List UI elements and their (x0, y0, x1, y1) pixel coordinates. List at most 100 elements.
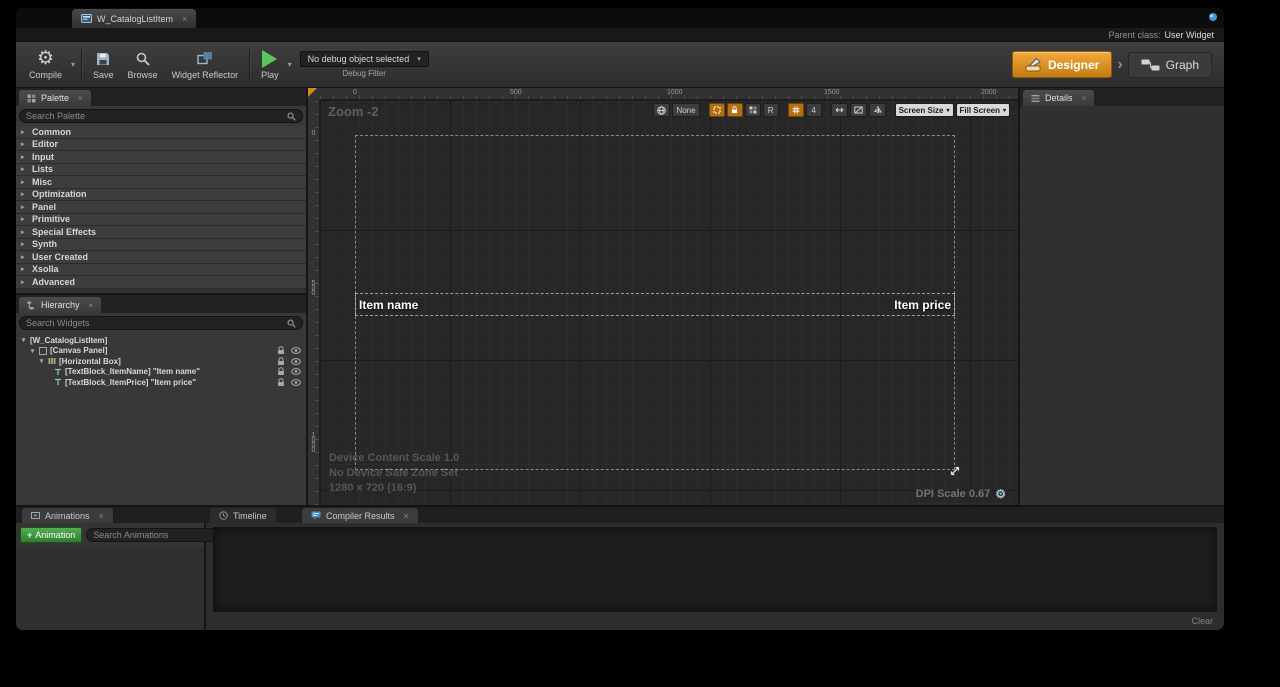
tree-row-horizontal-box[interactable]: ▾ [Horizontal Box] (16, 356, 306, 367)
outline-toggle-button[interactable] (709, 103, 725, 117)
animations-search-input[interactable] (93, 530, 210, 540)
hierarchy-close-icon[interactable]: × (89, 301, 94, 310)
compile-gear-icon: ⚙ (37, 49, 54, 69)
animations-list[interactable] (16, 547, 204, 630)
localization-preview-button[interactable] (653, 103, 670, 117)
palette-category-optimization[interactable]: ▸Optimization (16, 189, 306, 202)
item-name-textblock[interactable]: Item name (359, 298, 418, 312)
grid-toggle-button[interactable] (745, 103, 761, 117)
compiler-results-close-icon[interactable]: × (404, 511, 409, 521)
snap-size-button[interactable]: 4 (806, 103, 822, 117)
category-label: Advanced (32, 277, 75, 287)
browse-label: Browse (128, 70, 158, 80)
tree-row-textblock-itemname[interactable]: [TextBlock_ItemName] "Item name" (16, 367, 306, 378)
tab-timeline[interactable]: Timeline (210, 508, 276, 523)
expander-icon[interactable]: ▾ (20, 336, 27, 344)
palette-category-primitive[interactable]: ▸Primitive (16, 214, 306, 227)
play-button[interactable]: Play (254, 44, 286, 85)
compile-options-caret-icon[interactable]: ▾ (69, 60, 77, 69)
palette-category-special-effects[interactable]: ▸Special Effects (16, 226, 306, 239)
horizontal-box-outline[interactable]: Item name Item price (355, 293, 955, 316)
item-price-textblock[interactable]: Item price (894, 298, 951, 312)
add-animation-button[interactable]: + Animation (20, 527, 82, 543)
palette-category-advanced[interactable]: ▸Advanced (16, 276, 306, 289)
expander-icon[interactable]: ▾ (29, 347, 36, 355)
respect-locks-button[interactable]: R (763, 103, 779, 117)
tab-compiler-results[interactable]: Compiler Results × (302, 508, 418, 523)
palette-close-icon[interactable]: × (78, 94, 83, 103)
category-label: Lists (32, 164, 53, 174)
visibility-eye-icon[interactable] (291, 358, 301, 365)
lock-icon[interactable] (277, 378, 285, 387)
graph-mode-button[interactable]: Graph (1128, 52, 1212, 78)
palette-category-panel[interactable]: ▸Panel (16, 201, 306, 214)
lock-icon[interactable] (277, 357, 285, 366)
designer-label: Designer (1048, 58, 1099, 72)
tree-row-canvas-panel[interactable]: ▾ [Canvas Panel] (16, 346, 306, 357)
debug-object-dropdown[interactable]: No debug object selected ▾ (300, 51, 429, 67)
dpi-settings-gear-icon[interactable]: ⚙ (995, 484, 1006, 504)
timeline-icon (219, 511, 228, 520)
lock-icon[interactable] (277, 367, 285, 376)
play-options-caret-icon[interactable]: ▾ (286, 60, 294, 69)
flip-preview-button[interactable] (869, 103, 886, 117)
animations-close-icon[interactable]: × (99, 511, 104, 521)
window-corner-icon[interactable] (1208, 12, 1218, 22)
palette-category-synth[interactable]: ▸Synth (16, 239, 306, 252)
snap-grid-toggle-button[interactable] (788, 103, 804, 117)
tree-row-root[interactable]: ▾ [W_CatalogListItem] (16, 335, 306, 346)
palette-category-misc[interactable]: ▸Misc (16, 176, 306, 189)
browse-button[interactable]: Browse (121, 44, 165, 85)
hierarchy-search-input[interactable] (26, 318, 283, 328)
resize-handle-icon[interactable] (948, 464, 962, 478)
designer-viewport[interactable]: 0 500 1000 1500 2000 0 500 1000 Zoom -2 (308, 88, 1018, 505)
safe-zone-label: No Device Safe Zone Set (329, 467, 459, 479)
tab-close-icon[interactable]: × (182, 14, 187, 24)
visibility-eye-icon[interactable] (291, 379, 301, 386)
visibility-eye-icon[interactable] (291, 368, 301, 375)
visibility-eye-icon[interactable] (291, 347, 301, 354)
text-widget-icon (54, 368, 62, 376)
palette-header: Palette × (16, 88, 306, 106)
palette-category-xsolla[interactable]: ▸Xsolla (16, 264, 306, 277)
palette-category-common[interactable]: ▸Common (16, 126, 306, 139)
asset-tab[interactable]: W_CatalogListItem × (72, 9, 196, 28)
aspect-ratio-button[interactable] (850, 103, 867, 117)
lock-icon[interactable] (277, 346, 285, 355)
palette-tab[interactable]: Palette × (19, 90, 91, 106)
hierarchy-tab[interactable]: Hierarchy × (19, 297, 101, 313)
canvas-grid[interactable]: Zoom -2 None (320, 100, 1018, 505)
tree-row-textblock-itemprice[interactable]: [TextBlock_ItemPrice] "Item price" (16, 377, 306, 388)
save-icon (95, 49, 111, 69)
tab-animations[interactable]: Animations × (22, 508, 113, 523)
palette-category-lists[interactable]: ▸Lists (16, 164, 306, 177)
palette-category-input[interactable]: ▸Input (16, 151, 306, 164)
screen-size-dropdown[interactable]: Screen Size ▾ (895, 103, 954, 117)
dpi-scale-label: DPI Scale 0.67 (916, 488, 991, 500)
hierarchy-tree: ▾ [W_CatalogListItem] ▾ [Canvas Panel] (16, 333, 306, 505)
compiler-output[interactable] (213, 527, 1217, 612)
fill-screen-dropdown[interactable]: Fill Screen ▾ (956, 103, 1010, 117)
compile-button[interactable]: ⚙ Compile (22, 44, 69, 85)
ruler-mark: 0 (353, 89, 357, 96)
save-button[interactable]: Save (86, 44, 121, 85)
designer-mode-button[interactable]: Designer (1012, 51, 1112, 78)
localization-none-button[interactable]: None (672, 103, 699, 117)
zoom-level-label: Zoom -2 (328, 104, 379, 119)
details-close-icon[interactable]: × (1082, 94, 1087, 103)
details-tab[interactable]: Details × (1023, 90, 1094, 106)
expander-icon[interactable]: ▾ (38, 357, 45, 365)
toolbar-separator (249, 49, 250, 80)
widget-reflector-button[interactable]: Widget Reflector (165, 44, 246, 85)
palette-category-user-created[interactable]: ▸User Created (16, 251, 306, 264)
search-icon (287, 319, 296, 328)
animations-icon (31, 511, 40, 520)
resize-mode-button[interactable] (831, 103, 848, 117)
lock-toggle-button[interactable] (727, 103, 743, 117)
clear-button[interactable]: Clear (1191, 616, 1213, 626)
plus-icon: + (27, 530, 32, 540)
toolbar-separator (81, 49, 82, 80)
palette-category-editor[interactable]: ▸Editor (16, 139, 306, 152)
r-label: R (768, 106, 774, 115)
palette-search-input[interactable] (26, 111, 283, 121)
